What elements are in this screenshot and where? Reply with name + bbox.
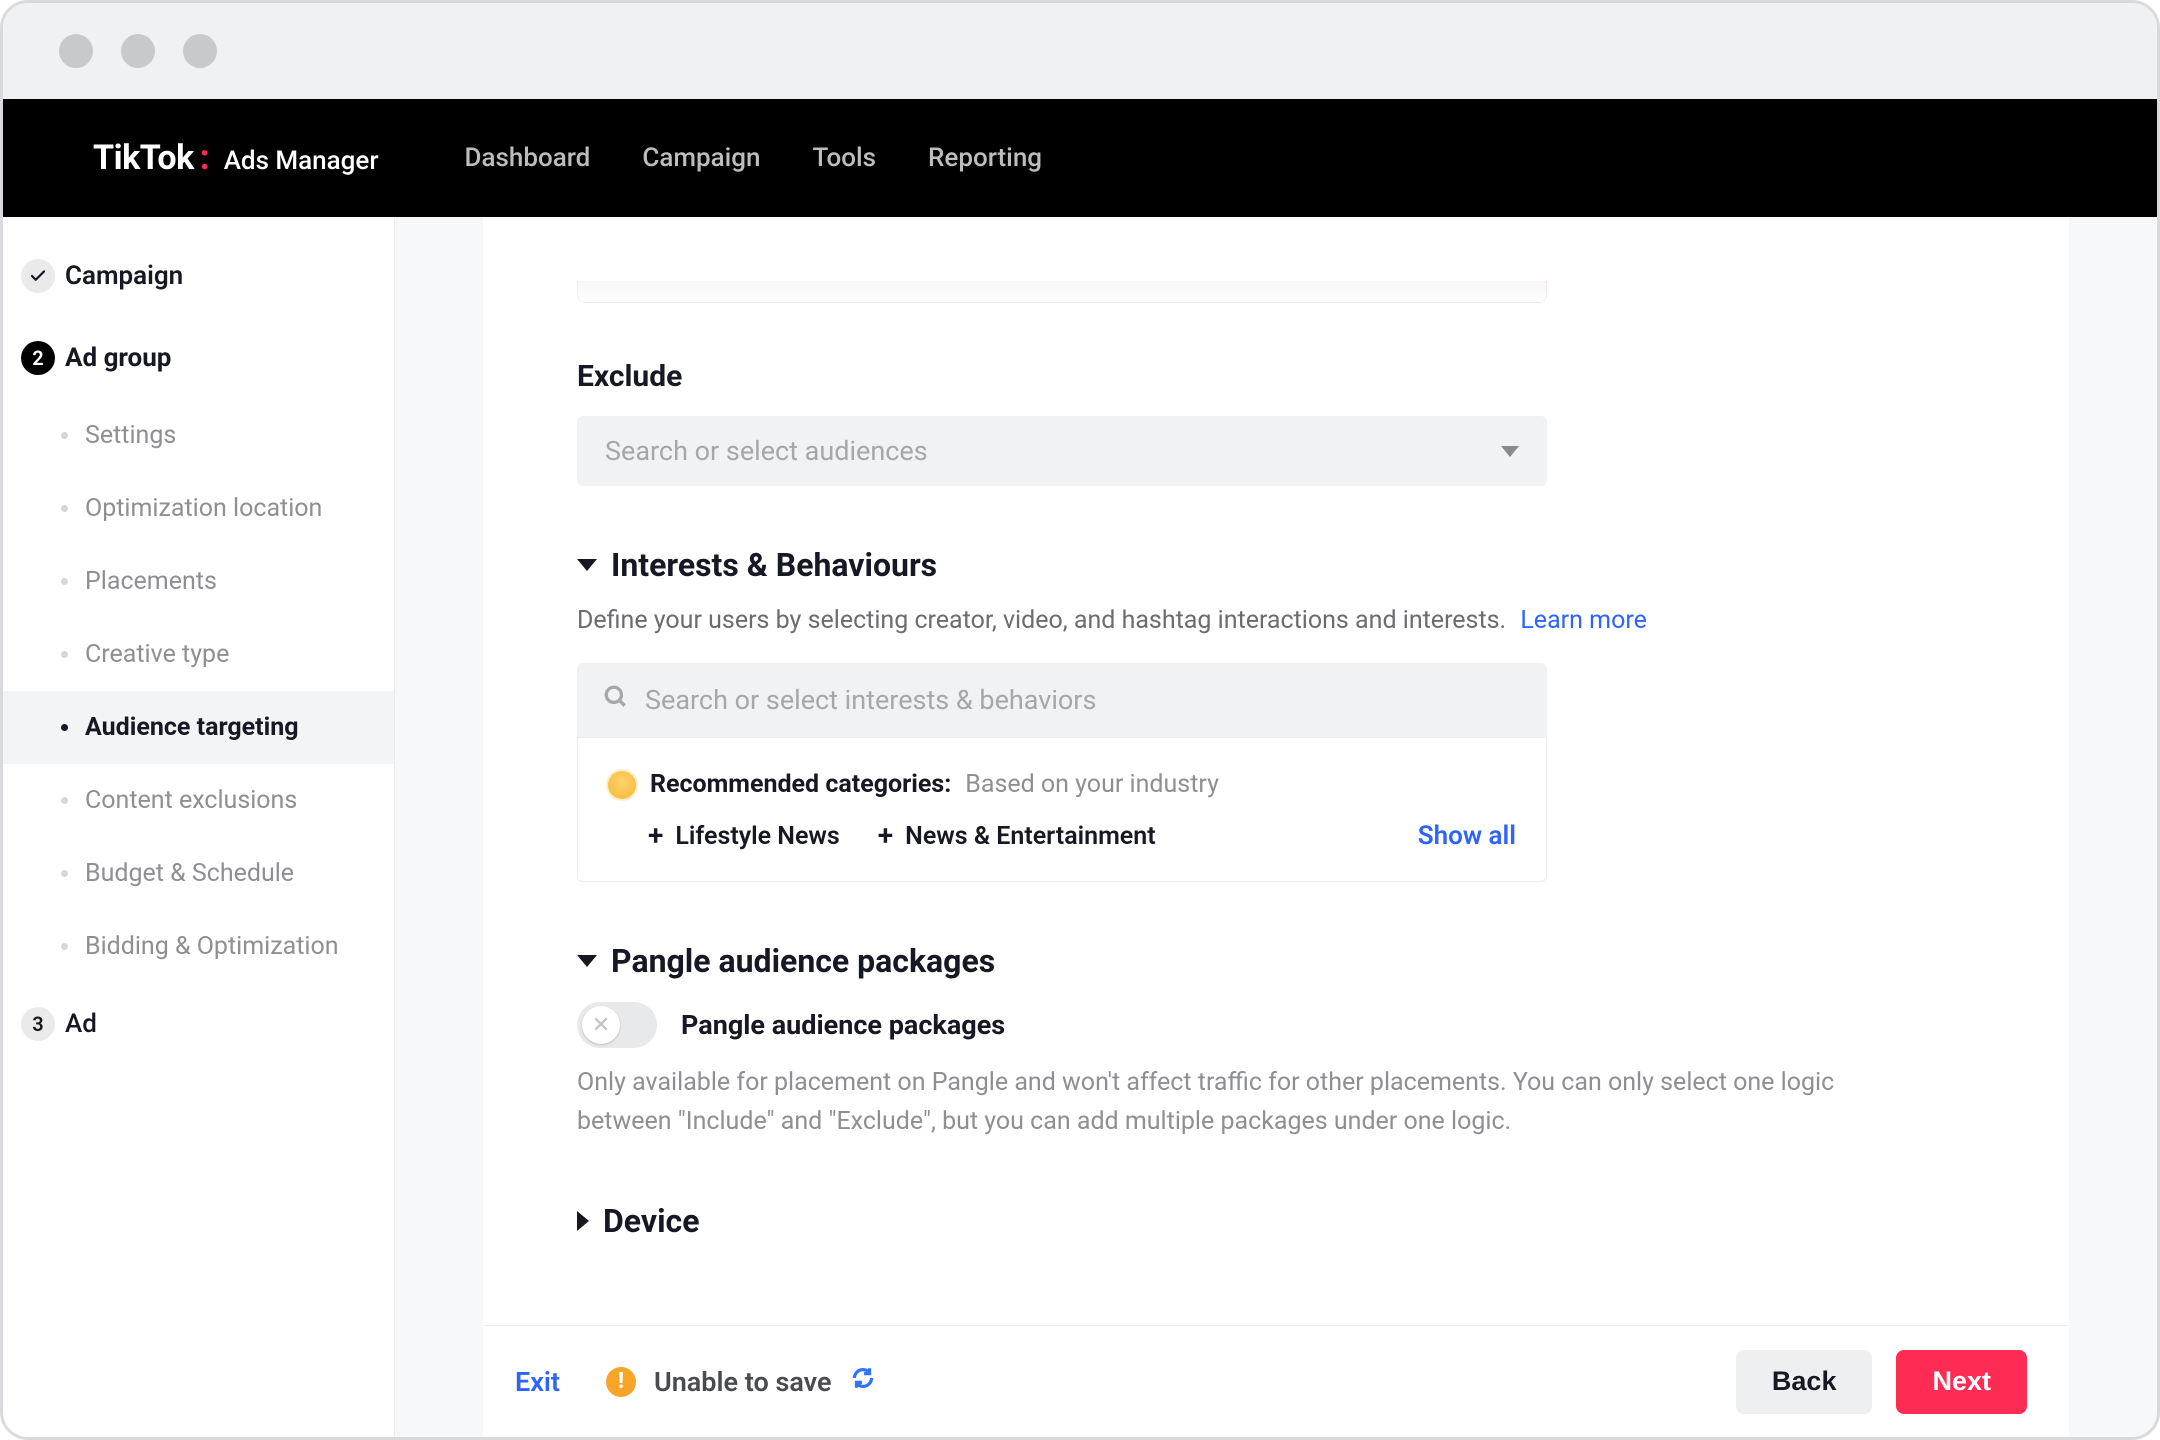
traffic-light-zoom-icon[interactable] bbox=[183, 34, 217, 68]
substep-audience-targeting[interactable]: Audience targeting bbox=[3, 691, 394, 764]
recommended-row: + Lifestyle News + News & Entertainment … bbox=[608, 821, 1516, 851]
traffic-light-close-icon[interactable] bbox=[59, 34, 93, 68]
refresh-icon[interactable] bbox=[850, 1365, 876, 1398]
check-icon bbox=[21, 259, 55, 293]
learn-more-link[interactable]: Learn more bbox=[1520, 606, 1646, 635]
window-frame: TikTok : Ads Manager Dashboard Campaign … bbox=[0, 0, 2160, 1440]
brand: TikTok : Ads Manager bbox=[93, 138, 379, 178]
caret-down-icon bbox=[577, 955, 597, 967]
save-status: ! Unable to save bbox=[606, 1365, 876, 1398]
step-campaign[interactable]: Campaign bbox=[3, 235, 394, 317]
substep-label: Settings bbox=[85, 421, 176, 450]
nav-reporting[interactable]: Reporting bbox=[928, 143, 1042, 173]
interests-header-row[interactable]: Interests & Behaviours bbox=[577, 546, 1975, 584]
nav-tools[interactable]: Tools bbox=[812, 143, 876, 173]
chip-label: News & Entertainment bbox=[905, 822, 1155, 851]
pangle-title: Pangle audience packages bbox=[611, 942, 995, 980]
recommended-panel: Recommended categories: Based on your in… bbox=[577, 737, 1547, 882]
save-status-text: Unable to save bbox=[654, 1366, 832, 1398]
mac-titlebar bbox=[3, 3, 2157, 99]
pangle-header-row[interactable]: Pangle audience packages bbox=[577, 942, 1975, 980]
traffic-light-minimize-icon[interactable] bbox=[121, 34, 155, 68]
chip-label: Lifestyle News bbox=[675, 822, 839, 851]
back-button[interactable]: Back bbox=[1736, 1350, 1873, 1414]
wizard-sidebar: Campaign 2 Ad group Settings Optimizatio… bbox=[3, 217, 395, 1437]
footer-right: Back Next bbox=[1736, 1350, 2027, 1414]
pangle-toggle-label: Pangle audience packages bbox=[681, 1009, 1005, 1041]
interests-desc: Define your users by selecting creator, … bbox=[577, 606, 1975, 635]
plus-icon: + bbox=[878, 822, 893, 850]
search-icon bbox=[603, 684, 629, 717]
recommended-chips: + Lifestyle News + News & Entertainment bbox=[648, 822, 1156, 851]
pangle-toggle-row: ✕ Pangle audience packages bbox=[577, 1002, 1975, 1048]
plus-icon: + bbox=[648, 822, 663, 850]
recommended-label: Recommended categories: bbox=[650, 770, 951, 799]
step-ad[interactable]: 3 Ad bbox=[3, 983, 394, 1065]
chip-lifestyle-news[interactable]: + Lifestyle News bbox=[648, 822, 840, 851]
device-section: Device bbox=[577, 1202, 1975, 1240]
app-header: TikTok : Ads Manager Dashboard Campaign … bbox=[3, 99, 2157, 217]
exclude-label: Exclude bbox=[577, 359, 1975, 394]
substep-content-exclusions[interactable]: Content exclusions bbox=[3, 764, 394, 837]
substep-label: Bidding & Optimization bbox=[85, 932, 339, 961]
previous-panel-edge bbox=[577, 281, 1547, 303]
substep-placements[interactable]: Placements bbox=[3, 545, 394, 618]
recommended-sub: Based on your industry bbox=[965, 770, 1219, 799]
substep-label: Audience targeting bbox=[85, 713, 299, 742]
pangle-desc: Only available for placement on Pangle a… bbox=[577, 1064, 1857, 1142]
interests-desc-text: Define your users by selecting creator, … bbox=[577, 606, 1506, 635]
step-ad-group-label: Ad group bbox=[65, 343, 171, 373]
brand-subtitle: Ads Manager bbox=[224, 146, 379, 176]
content-inner: Exclude Search or select audiences Inter… bbox=[483, 217, 2069, 1325]
next-button[interactable]: Next bbox=[1896, 1350, 2027, 1414]
substep-settings[interactable]: Settings bbox=[3, 399, 394, 472]
substep-creative-type[interactable]: Creative type bbox=[3, 618, 394, 691]
step-number-icon: 2 bbox=[21, 341, 55, 375]
footer-bar: Exit ! Unable to save Back Next bbox=[483, 1325, 2069, 1437]
brand-colon-icon: : bbox=[200, 138, 210, 178]
interests-search-placeholder: Search or select interests & behaviors bbox=[645, 684, 1096, 716]
substep-budget-schedule[interactable]: Budget & Schedule bbox=[3, 837, 394, 910]
pangle-toggle[interactable]: ✕ bbox=[577, 1002, 657, 1048]
device-header-row[interactable]: Device bbox=[577, 1202, 1975, 1240]
exit-link[interactable]: Exit bbox=[515, 1366, 560, 1398]
device-title: Device bbox=[603, 1202, 700, 1240]
interests-title: Interests & Behaviours bbox=[611, 546, 937, 584]
substep-label: Placements bbox=[85, 567, 217, 596]
chevron-down-icon bbox=[1501, 446, 1519, 457]
exclude-section: Exclude Search or select audiences bbox=[577, 359, 1975, 486]
substep-label: Content exclusions bbox=[85, 786, 297, 815]
step-number-icon: 3 bbox=[21, 1007, 55, 1041]
app-body: Campaign 2 Ad group Settings Optimizatio… bbox=[3, 217, 2157, 1437]
step-campaign-label: Campaign bbox=[65, 261, 183, 291]
step-ad-group[interactable]: 2 Ad group bbox=[3, 317, 394, 399]
caret-down-icon bbox=[577, 559, 597, 571]
interests-search-input[interactable]: Search or select interests & behaviors bbox=[577, 663, 1547, 737]
substeps: Settings Optimization location Placement… bbox=[3, 399, 394, 983]
substep-optimization-location[interactable]: Optimization location bbox=[3, 472, 394, 545]
footer-left: Exit ! Unable to save bbox=[515, 1365, 876, 1398]
substep-label: Optimization location bbox=[85, 494, 322, 523]
step-ad-label: Ad bbox=[65, 1009, 97, 1039]
caret-right-icon bbox=[577, 1211, 589, 1231]
nav-campaign[interactable]: Campaign bbox=[642, 143, 760, 173]
nav-dashboard[interactable]: Dashboard bbox=[465, 143, 591, 173]
content-pane: Exclude Search or select audiences Inter… bbox=[395, 217, 2157, 1437]
interests-section: Interests & Behaviours Define your users… bbox=[577, 546, 1975, 882]
substep-label: Creative type bbox=[85, 640, 229, 669]
chip-news-entertainment[interactable]: + News & Entertainment bbox=[878, 822, 1156, 851]
toggle-knob-off-icon: ✕ bbox=[582, 1006, 620, 1044]
header-nav: Dashboard Campaign Tools Reporting bbox=[465, 143, 1043, 173]
recommended-header: Recommended categories: Based on your in… bbox=[608, 770, 1516, 799]
exclude-placeholder: Search or select audiences bbox=[605, 435, 928, 467]
brand-logo: TikTok bbox=[93, 138, 194, 178]
substep-bidding-optimization[interactable]: Bidding & Optimization bbox=[3, 910, 394, 983]
show-all-link[interactable]: Show all bbox=[1418, 821, 1516, 851]
lightbulb-icon bbox=[608, 771, 636, 799]
exclude-audiences-select[interactable]: Search or select audiences bbox=[577, 416, 1547, 486]
pangle-section: Pangle audience packages ✕ Pangle audien… bbox=[577, 942, 1975, 1142]
warning-icon: ! bbox=[606, 1367, 636, 1397]
substep-label: Budget & Schedule bbox=[85, 859, 294, 888]
